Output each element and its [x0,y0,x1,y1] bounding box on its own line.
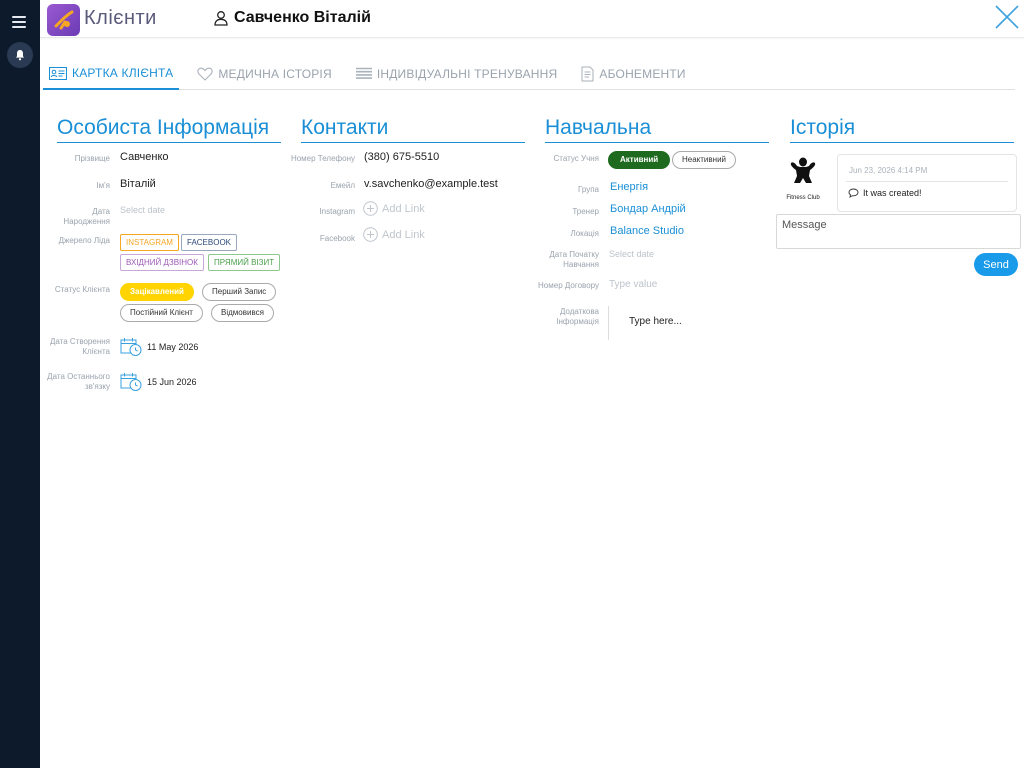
tab-bar: КАРТКА КЛІЄНТА МЕДИЧНА ІСТОРІЯ ІНДИВІДУА… [43,58,1015,90]
lead-source-label: Джерело Ліда [58,236,110,245]
extra-info-input[interactable]: Type here... [608,306,738,340]
bell-icon [16,50,24,61]
close-icon [995,5,1019,29]
student-status-label: Статус Учня [553,154,599,163]
tab-label: АБОНЕМЕНТИ [599,66,686,81]
client-name: Савченко Віталій [234,9,371,26]
source-chip-incoming-call[interactable]: ВХІДНИЙ ДЗВІНОК [120,254,204,271]
notifications-button[interactable] [7,42,33,68]
status-first-booking[interactable]: Перший Запис [202,283,277,301]
status-refused[interactable]: Відмовився [211,304,274,322]
calendar-clock-icon [120,338,142,356]
history-entry-text: It was created! [863,188,922,198]
menu-icon[interactable] [12,16,26,28]
plus-circle-icon [363,227,378,242]
client-status-label: Статус Клієнта [54,285,110,294]
tab-label: ІНДИВІДУАЛЬНІ ТРЕНУВАННЯ [376,66,558,81]
phone-value[interactable]: (380) 675-5510 [364,151,439,163]
tab-client-card[interactable]: КАРТКА КЛІЄНТА [43,58,180,90]
location-label: Локація [570,229,599,238]
created-date-label: Дата Створення Клієнта [49,337,110,356]
document-icon [581,66,594,81]
last-contact-label: Дата Останнього зв'язку [47,372,110,391]
fitness-avatar-icon [786,154,820,188]
history-entry: It was created! [848,188,922,198]
group-value[interactable]: Енергія [610,181,648,193]
left-sidebar [0,0,40,768]
source-chip-facebook[interactable]: FACEBOOK [181,234,238,251]
facebook-label: Facebook [319,234,355,243]
name-value[interactable]: Віталій [120,178,156,190]
history-entry-card: Jun 23, 2026 4:14 PM It was created! [837,154,1017,212]
app-logo [47,4,80,36]
email-label: Емейл [330,181,355,190]
message-input[interactable]: Message [776,214,1021,249]
tab-individual-trainings[interactable]: ІНДИВІДУАЛЬНІ ТРЕНУВАННЯ [350,58,564,89]
study-section-title: Навчальна [545,114,769,143]
tab-memberships[interactable]: АБОНЕМЕНТИ [575,58,691,89]
main-content: Клієнти Савченко Віталій КАРТКА КЛІЄНТА [40,0,1024,768]
start-date-input[interactable]: Select date [609,249,654,259]
source-chip-instagram[interactable]: INSTAGRAM [120,234,179,251]
start-date-label: Дата Початку Навчання [549,250,599,269]
user-icon [214,11,228,26]
name-label: Ім'я [96,181,110,190]
source-chip-direct-visit[interactable]: ПРЯМИЙ ВІЗИТ [208,254,281,271]
add-facebook-link[interactable]: Add Link [363,227,425,242]
status-active[interactable]: Активний [608,151,671,169]
birth-date-label: Дата Народження [63,207,110,226]
add-link-label: Add Link [382,228,425,241]
tab-label: МЕДИЧНА ІСТОРІЯ [218,66,332,81]
created-date[interactable]: 11 May 2026 [120,337,198,357]
extra-info-label: Додаткова Інформація [556,307,599,326]
surname-label: Прізвище [74,154,110,163]
add-instagram-link[interactable]: Add Link [363,201,425,216]
avatar-caption: Fitness Club [786,195,820,201]
surname-value[interactable]: Савченко [120,151,169,163]
app-title: Клієнти [84,7,157,29]
client-header: Савченко Віталій [213,9,371,27]
close-button[interactable] [994,4,1020,30]
group-label: Група [577,185,599,194]
contacts-section-title: Контакти [301,114,525,143]
last-contact-value: 15 Jun 2026 [147,377,197,387]
history-avatar: Fitness Club [782,153,824,201]
email-value[interactable]: v.savchenko@example.test [364,178,498,190]
contract-input[interactable]: Type value [609,279,657,290]
status-regular-client[interactable]: Постійний Клієнт [120,304,203,322]
send-button[interactable]: Send [974,253,1018,276]
history-section-title: Історія [790,114,1014,143]
trainer-label: Тренер [572,207,599,216]
list-icon [355,67,372,79]
add-link-label: Add Link [382,202,425,215]
logo-icon [54,10,74,30]
status-inactive[interactable]: Неактивний [672,151,737,169]
tab-label: КАРТКА КЛІЄНТА [72,66,174,80]
last-contact-date[interactable]: 15 Jun 2026 [120,372,197,392]
plus-circle-icon [363,201,378,216]
calendar-clock-icon [120,373,142,391]
top-bar: Клієнти Савченко Віталій [40,0,1024,38]
personal-section-title: Особиста Інформація [57,114,281,143]
instagram-label: Instagram [319,207,355,216]
history-divider [846,181,1008,182]
tab-medical-history[interactable]: МЕДИЧНА ІСТОРІЯ [191,58,337,89]
phone-label: Номер Телефону [290,154,355,163]
comment-icon [848,188,859,198]
created-date-value: 11 May 2026 [147,342,199,352]
trainer-value[interactable]: Бондар Андрій [610,203,686,215]
location-value[interactable]: Balance Studio [610,225,684,237]
history-timestamp: Jun 23, 2026 4:14 PM [849,166,928,175]
heart-icon [197,67,213,81]
status-interested[interactable]: Зацікавлений [120,283,194,301]
contract-label: Номер Договору [538,281,599,290]
id-card-icon [49,66,67,80]
birth-date-input[interactable]: Select date [120,205,165,215]
